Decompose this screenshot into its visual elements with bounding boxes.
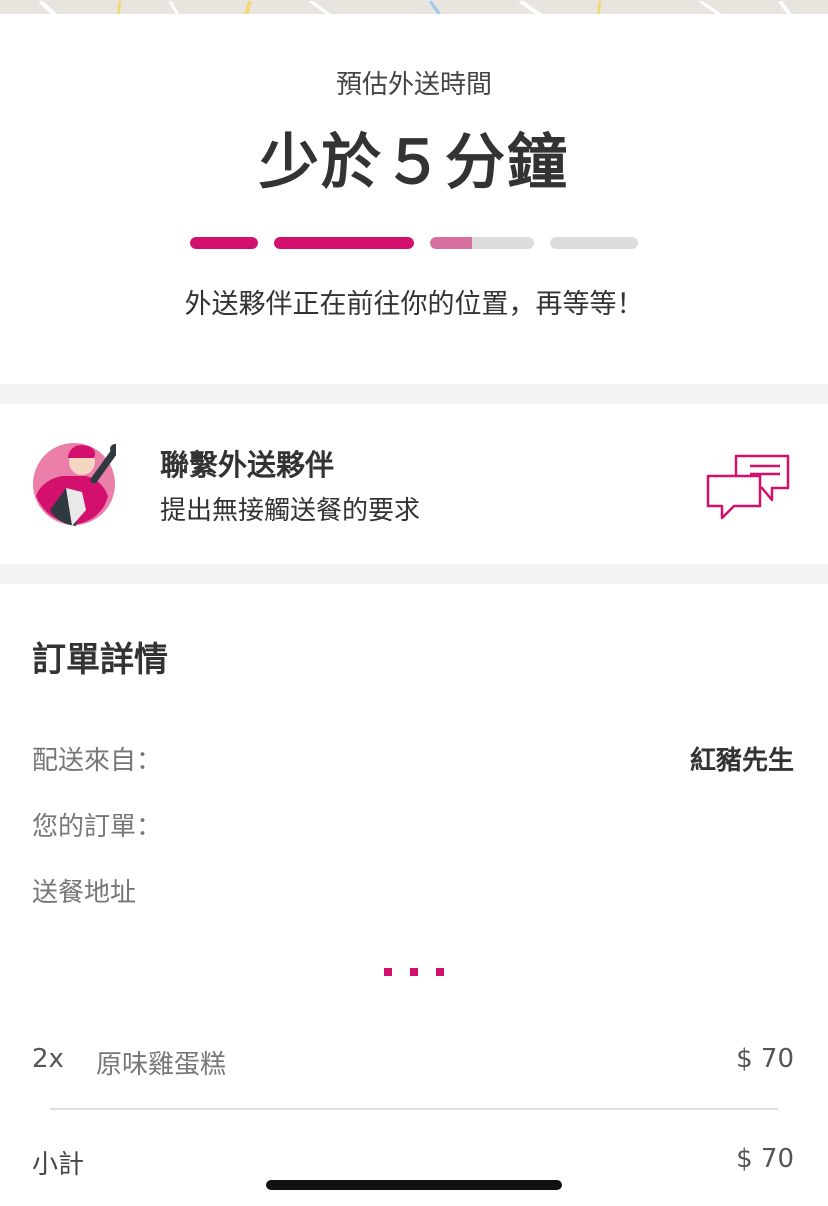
contact-rider-subtitle: 提出無接觸送餐的要求 (160, 496, 421, 526)
delivered-from-label: 配送來自： (32, 746, 163, 776)
your-order-label: 您的訂單： (32, 812, 163, 842)
progress-step-1 (190, 237, 258, 249)
order-details-title: 訂單詳情 (32, 640, 168, 680)
section-divider (0, 564, 828, 584)
order-item-name: 原味雞蛋糕 (96, 1050, 227, 1080)
subtotal-label: 小計 (32, 1150, 85, 1180)
eta-section: 預估外送時間 少於５分鐘 外送夥伴正在前往你的位置，再等等！ (0, 14, 828, 384)
chat-bubbles-icon[interactable] (706, 454, 790, 524)
progress-step-4 (550, 237, 638, 249)
order-details-section: 訂單詳情 配送來自： 紅豬先生 您的訂單： 送餐地址 2x 原味雞蛋糕 $ 70… (0, 584, 828, 1206)
order-item-price: $ 70 (736, 1044, 794, 1074)
order-item-quantity: 2x (32, 1044, 64, 1074)
rider-avatar-icon (32, 440, 120, 526)
divider-line (50, 1108, 778, 1110)
contact-rider-row[interactable]: 聯繫外送夥伴 提出無接觸送餐的要求 (0, 404, 828, 564)
map-preview[interactable] (0, 0, 828, 14)
eta-label: 預估外送時間 (335, 70, 492, 100)
delivery-status-message: 外送夥伴正在前往你的位置，再等等！ (184, 289, 644, 320)
delivery-address-label: 送餐地址 (32, 878, 137, 908)
eta-value: 少於５分鐘 (259, 128, 569, 198)
contact-rider-title: 聯繫外送夥伴 (160, 448, 335, 482)
progress-step-2 (274, 237, 414, 249)
home-indicator[interactable] (266, 1180, 562, 1190)
section-divider (0, 384, 828, 404)
loading-dots-icon (384, 968, 444, 976)
progress-step-3 (430, 237, 534, 249)
subtotal-value: $ 70 (736, 1144, 794, 1174)
restaurant-name: 紅豬先生 (689, 746, 794, 776)
